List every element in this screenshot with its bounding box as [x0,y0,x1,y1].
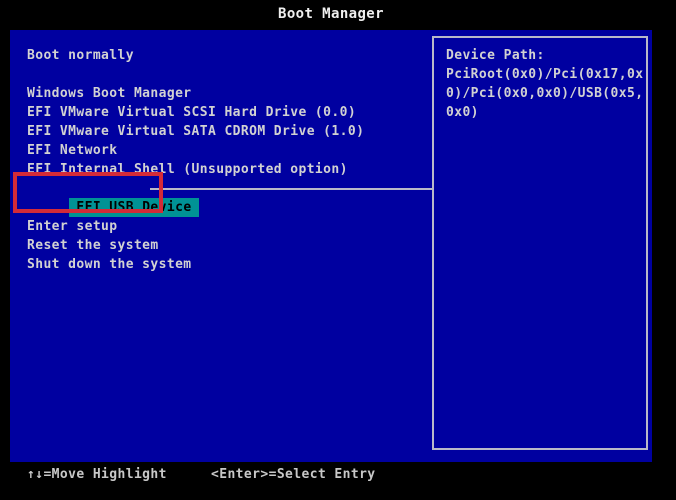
menu-item-efi-sata-cdrom-drive[interactable]: EFI VMware Virtual SATA CDROM Drive (1.0… [10,122,430,141]
device-path-label: Device Path: [446,46,642,65]
boot-menu: Boot normally Windows Boot Manager EFI V… [10,46,430,274]
boot-manager-screen: { "title": "Boot Manager", "menu": { "se… [0,0,676,500]
menu-item-reset-system[interactable]: Reset the system [10,236,430,255]
device-path-line: 0x0) [446,103,642,122]
menu-item-efi-scsi-hard-drive[interactable]: EFI VMware Virtual SCSI Hard Drive (0.0) [10,103,430,122]
menu-spacer [10,65,430,84]
selection-separator-line [150,188,432,190]
annotation-rectangle [13,172,163,213]
hint-move-highlight: ↑↓=Move Highlight [27,464,167,486]
menu-item-efi-network[interactable]: EFI Network [10,141,430,160]
key-hints-bar: ↑↓=Move Highlight <Enter>=Select Entry [0,464,676,486]
menu-item-windows-boot-manager[interactable]: Windows Boot Manager [10,84,430,103]
page-title: Boot Manager [10,6,652,22]
device-path-line: PciRoot(0x0)/Pci(0x17,0x [446,65,642,84]
menu-item-shut-down-system[interactable]: Shut down the system [10,255,430,274]
boot-menu-area: Boot normally Windows Boot Manager EFI V… [10,30,652,462]
hint-select-entry: <Enter>=Select Entry [211,464,376,486]
menu-item-boot-normally[interactable]: Boot normally [10,46,430,65]
device-path-panel: Device Path: PciRoot(0x0)/Pci(0x17,0x 0)… [432,36,648,450]
device-path-line: 0)/Pci(0x0,0x0)/USB(0x5, [446,84,642,103]
menu-item-enter-setup[interactable]: Enter setup [10,217,430,236]
